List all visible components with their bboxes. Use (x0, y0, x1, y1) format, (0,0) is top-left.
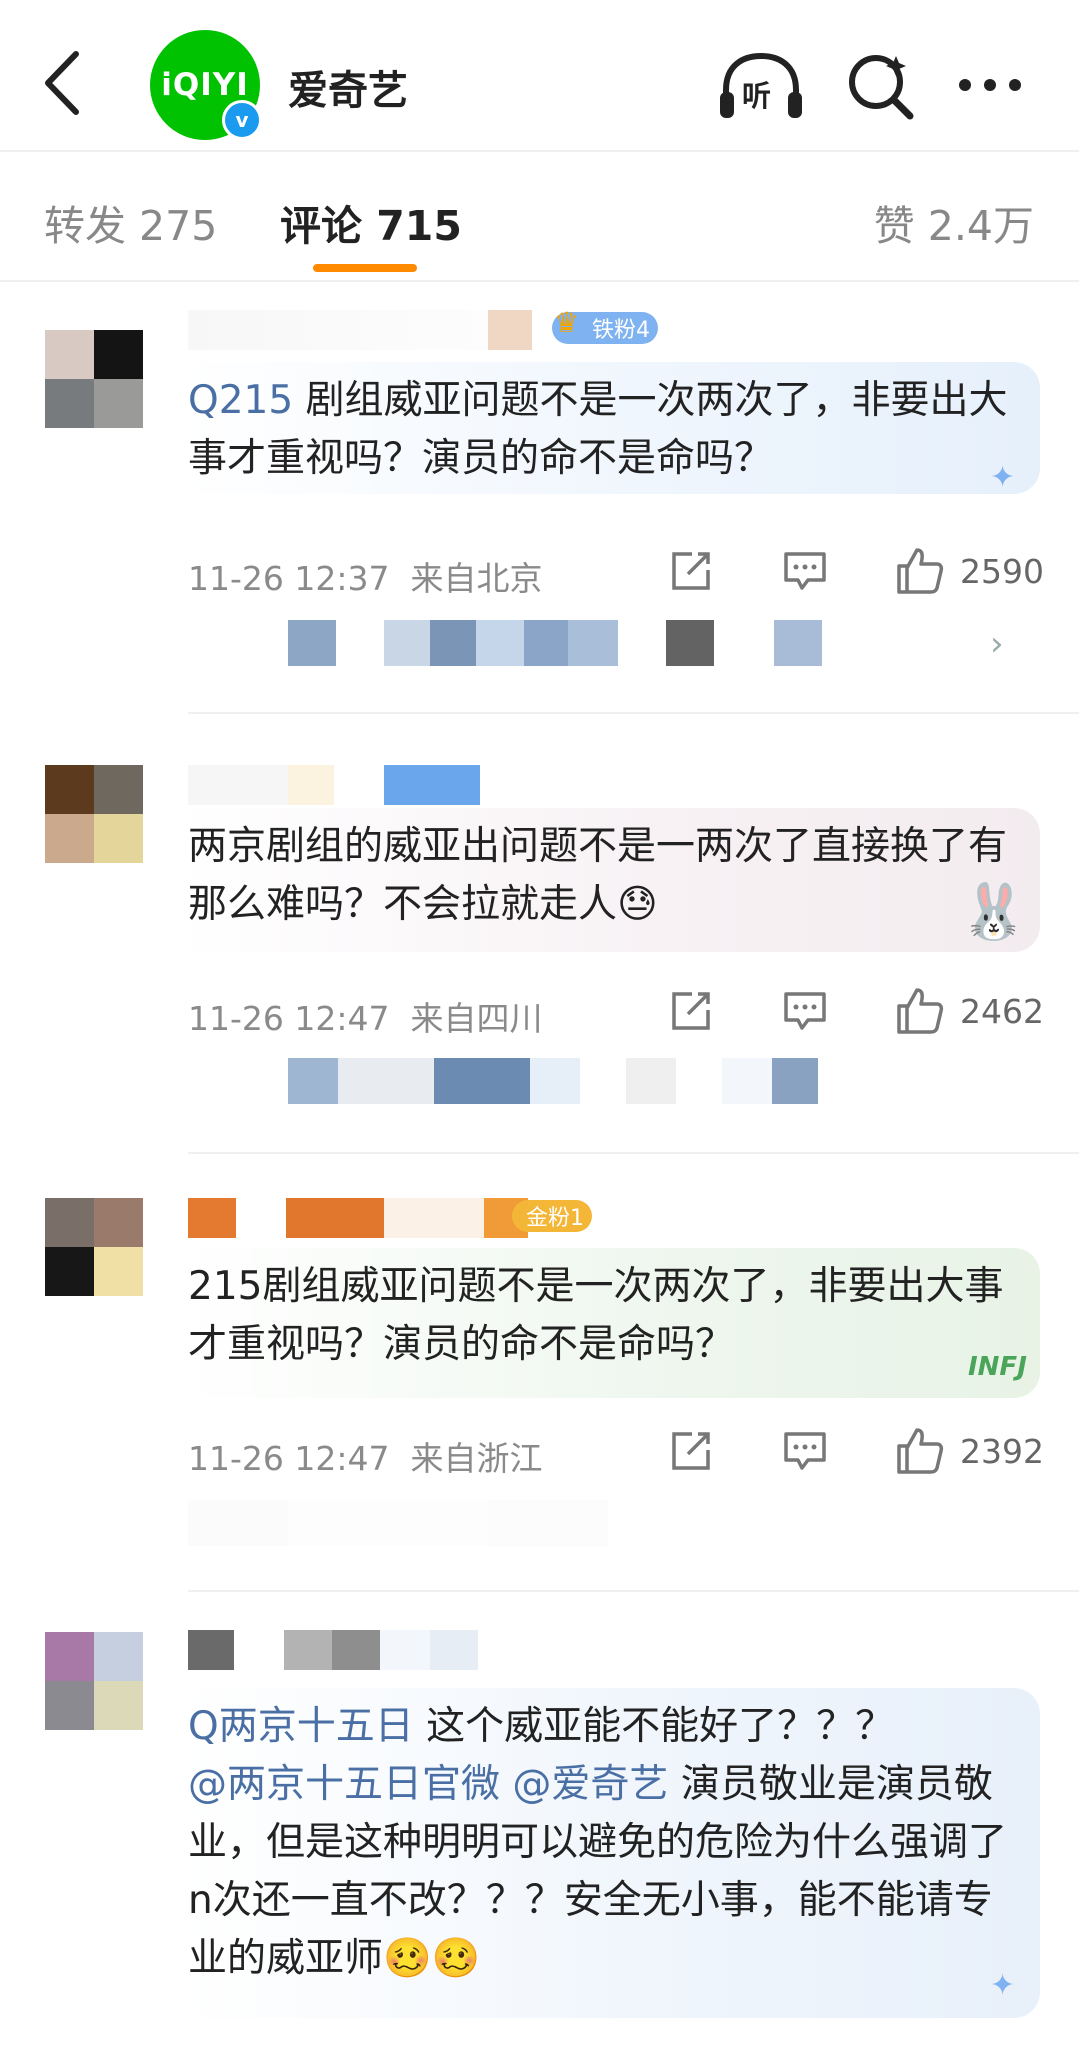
comment-text[interactable]: Q两京十五日 这个威亚能不能好了？？？ @两京十五日官微 @爱奇艺 演员敬业是演员… (188, 1698, 1008, 1988)
comment-icon[interactable] (782, 988, 828, 1034)
comment-avatar[interactable] (45, 765, 143, 863)
active-tab-indicator (313, 264, 417, 272)
comment-meta: 11-26 12:47 来自四川 (188, 999, 543, 1038)
like-icon[interactable] (895, 546, 945, 596)
share-icon[interactable] (668, 548, 714, 594)
comment-text[interactable]: 215剧组威亚问题不是一次两次了，非要出大事才重视吗？演员的命不是命吗？ (188, 1258, 1008, 1374)
comment-avatar[interactable] (45, 330, 143, 428)
username-censored[interactable] (188, 310, 532, 350)
reply-preview-censored[interactable] (188, 1058, 818, 1104)
comment-divider (188, 1590, 1079, 1592)
mention-link[interactable]: @爱奇艺 (512, 1762, 668, 1807)
verified-badge-icon: v (222, 100, 262, 140)
comment-divider (188, 1152, 1079, 1154)
comment-avatar[interactable] (45, 1632, 143, 1730)
tab-reposts[interactable]: 转发 275 (44, 192, 217, 252)
fan-badge: ♛ 铁粉4 (552, 306, 658, 344)
top-bar: iQIYI v 爱奇艺 听 (0, 0, 1079, 150)
reply-preview-censored[interactable] (188, 620, 822, 666)
like-icon[interactable] (895, 1426, 945, 1476)
tab-comments[interactable]: 评论 715 (280, 192, 462, 252)
tabs-divider (0, 280, 1079, 282)
logo-text: iQIYI (161, 67, 249, 103)
comment-meta: 11-26 12:37 来自北京 (188, 559, 543, 598)
comment-meta: 11-26 12:47 来自浙江 (188, 1439, 543, 1478)
topic-link[interactable]: Q两京十五日 (188, 1704, 414, 1749)
back-chevron-icon[interactable] (40, 48, 90, 118)
reply-preview-censored[interactable] (188, 1500, 608, 1546)
more-icon[interactable] (955, 60, 1025, 110)
username-censored[interactable] (188, 1198, 528, 1238)
crown-icon: ♛ (554, 306, 580, 339)
comment-divider (188, 712, 1079, 714)
sticker-decoration-icon: 🐰 (960, 880, 1028, 943)
share-icon[interactable] (668, 1428, 714, 1474)
header-divider (0, 150, 1079, 152)
comment-icon[interactable] (782, 548, 828, 594)
sparkle-decoration-icon: ✦ (990, 1968, 1016, 2003)
like-count: 2462 (960, 992, 1044, 1031)
like-icon[interactable] (895, 986, 945, 1036)
account-name[interactable]: 爱奇艺 (288, 58, 408, 116)
comment-text[interactable]: 两京剧组的威亚出问题不是一两次了直接换了有那么难吗？不会拉就走人😓 (188, 818, 1008, 934)
like-count: 2590 (960, 552, 1044, 591)
comment-icon[interactable] (782, 1428, 828, 1474)
like-count: 2392 (960, 1432, 1044, 1471)
infj-sticker: INFJ (968, 1352, 1027, 1382)
username-censored[interactable] (188, 1630, 478, 1670)
topic-link[interactable]: Q215 (188, 378, 293, 423)
username-censored[interactable] (188, 765, 480, 805)
fan-badge: 金粉1 (512, 1200, 592, 1232)
comment-avatar[interactable] (45, 1198, 143, 1296)
comment-text[interactable]: Q215 剧组威亚问题不是一次两次了，非要出大事才重视吗？演员的命不是命吗？ (188, 372, 1008, 488)
search-icon[interactable] (844, 50, 916, 122)
tab-likes[interactable]: 赞 2.4万 (874, 192, 1034, 252)
listen-label[interactable]: 听 (742, 73, 771, 115)
mention-link[interactable]: @两京十五日官微 (188, 1762, 500, 1807)
share-icon[interactable] (668, 988, 714, 1034)
sparkle-decoration-icon: ✦ (990, 460, 1016, 495)
reply-chevron-icon[interactable]: › (990, 624, 1004, 664)
